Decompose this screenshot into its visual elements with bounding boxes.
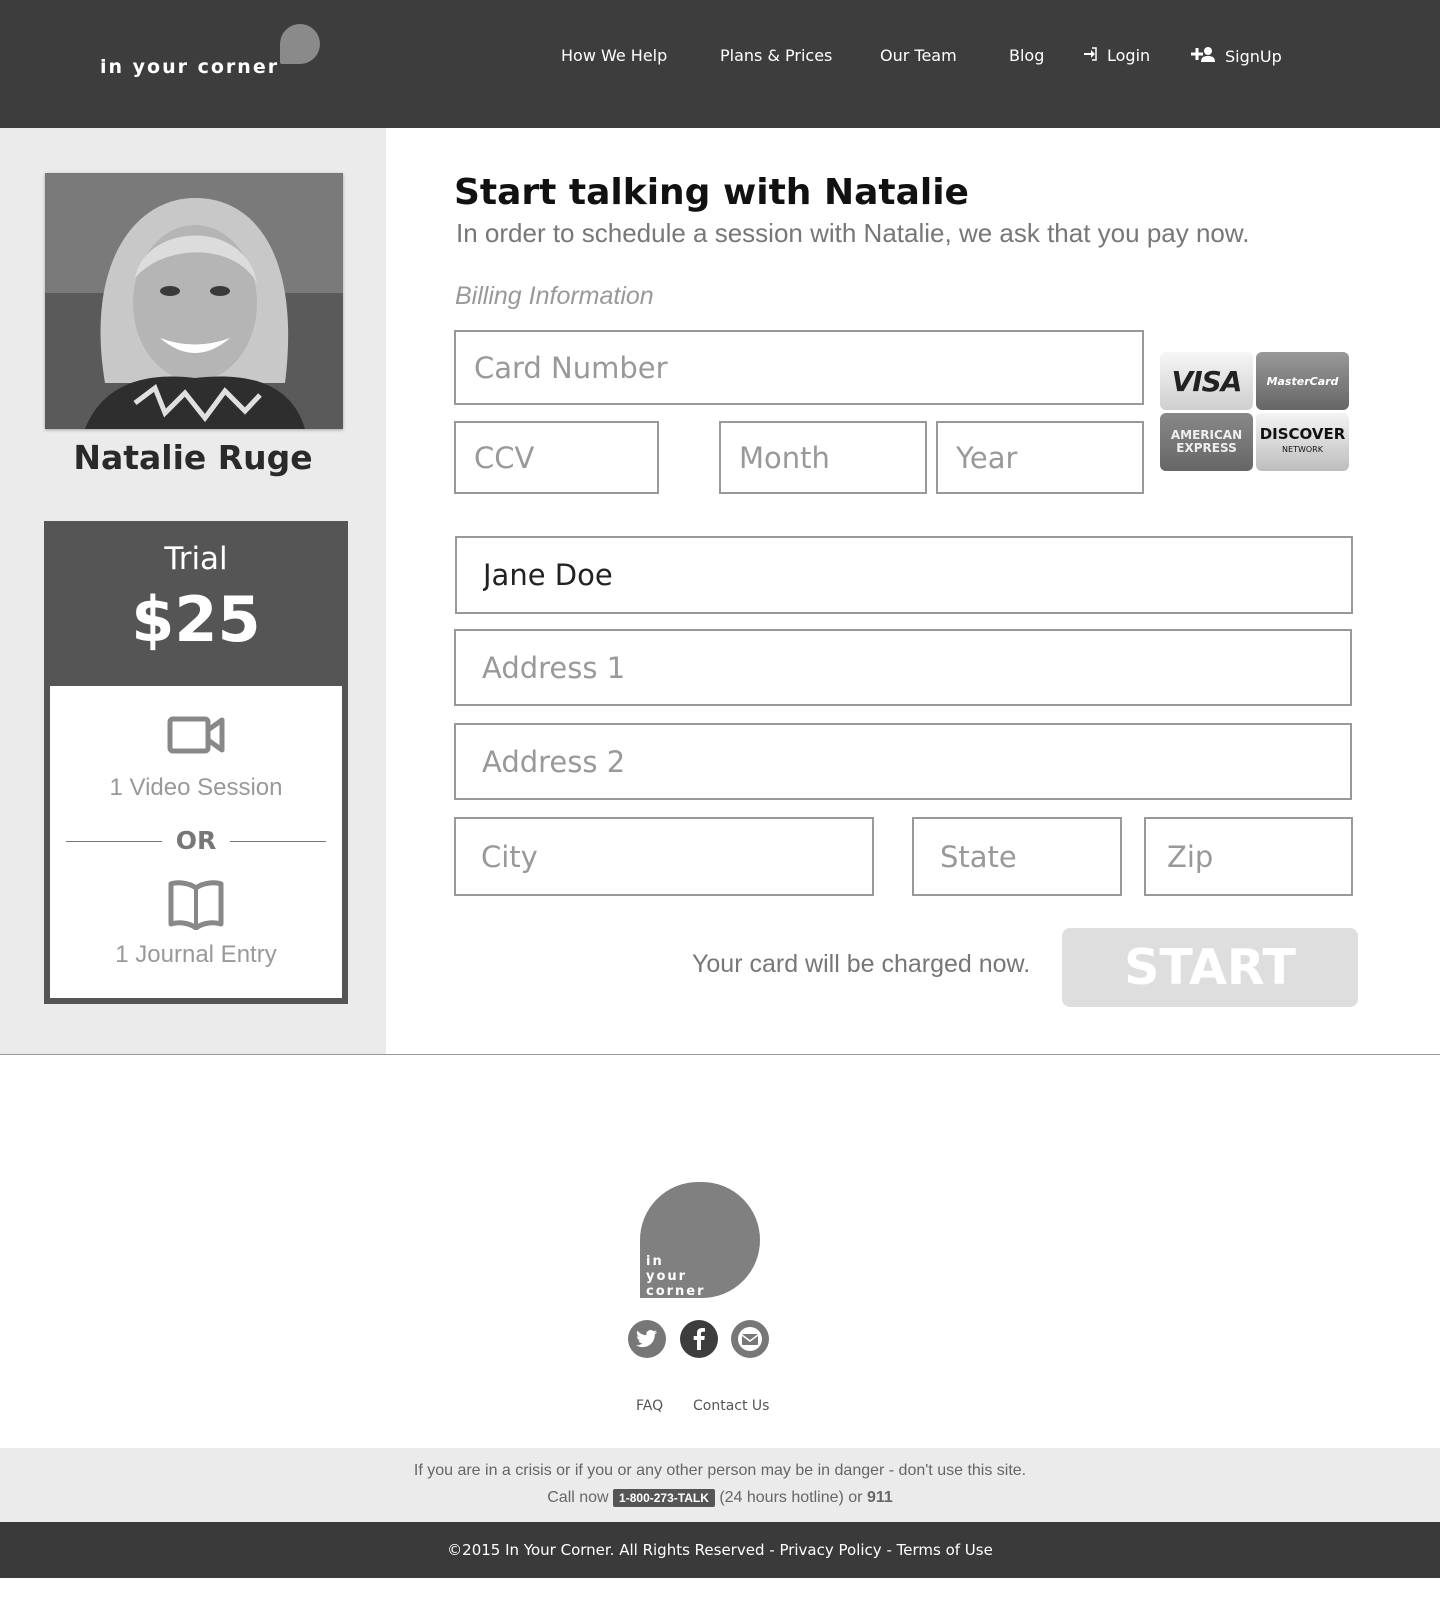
footer-logo-line3: corner [646,1284,706,1299]
crisis-call-line: Call now 1-800-273-TALK (24 hours hotlin… [0,1489,1440,1507]
main-nav: How We Help Plans & Prices Our Team Blog… [0,46,1440,70]
year-field[interactable] [936,421,1144,494]
plan-feature-journal: 1 Journal Entry [115,941,277,968]
amex-line1: AMERICAN [1170,428,1243,442]
mastercard-label: MasterCard [1266,374,1339,388]
nav-login-label: Login [1107,46,1151,65]
state-field[interactable] [912,817,1122,896]
address1-field[interactable] [454,629,1352,706]
therapist-name: Natalie Ruge [73,438,313,477]
hotline-badge[interactable]: 1-800-273-TALK [613,1489,715,1507]
address2-field[interactable] [454,723,1352,800]
charge-notice: Your card will be charged now. [692,950,1031,978]
billing-section-label: Billing Information [455,282,654,310]
mail-icon[interactable] [731,1320,769,1358]
nav-how-we-help[interactable]: How We Help [561,46,667,65]
month-input[interactable] [739,423,925,492]
city-field[interactable] [454,817,874,896]
accepted-cards: VISA MasterCard AMERICAN EXPRESS DISCOVER… [1160,352,1350,472]
discover-label: DISCOVER [1259,425,1346,443]
zip-field[interactable] [1144,817,1353,896]
crisis-call-now: Call now [547,1489,609,1506]
facebook-icon[interactable] [680,1320,718,1358]
site-header: in your corner How We Help Plans & Price… [0,0,1440,128]
start-button[interactable]: START [1062,928,1358,1007]
crisis-banner: If you are in a crisis or if you or any … [0,1448,1440,1522]
month-field[interactable] [719,421,927,494]
book-icon [50,880,342,935]
footer-contact-link[interactable]: Contact Us [693,1398,769,1414]
plan-feature-video: 1 Video Session [109,774,283,801]
address2-input[interactable] [482,725,1350,798]
city-input[interactable] [481,819,872,894]
plan-card: Trial $25 1 Video Session OR 1 Journal E… [44,521,348,1004]
nav-our-team[interactable]: Our Team [880,46,957,65]
user-plus-icon [1191,46,1215,66]
footer-logo-text: in your corner [646,1254,706,1299]
amex-line2: EXPRESS [1176,441,1237,455]
nav-plans-prices[interactable]: Plans & Prices [720,46,832,65]
therapist-sidebar: Natalie Ruge Trial $25 1 Video Session O… [0,128,386,1054]
discover-sub-label: NETWORK [1282,445,1323,454]
footer-logo-line2: your [646,1269,688,1284]
nav-blog[interactable]: Blog [1009,46,1044,65]
separator-2: - [881,1541,897,1559]
nav-signup[interactable]: SignUp [1191,46,1282,66]
copyright-bar: ©2015 In Your Corner. All Rights Reserve… [0,1522,1440,1578]
nav-signup-label: SignUp [1225,47,1282,66]
ccv-field[interactable] [454,421,659,494]
video-camera-icon [50,714,342,761]
separator-1: - [764,1541,780,1559]
page-title: Start talking with Natalie [454,172,969,213]
mastercard-logo-icon: MasterCard [1256,352,1349,410]
zip-input[interactable] [1167,819,1351,894]
terms-of-use-link[interactable]: Terms of Use [897,1541,993,1559]
plan-price: $25 [131,583,261,656]
discover-logo-icon: DISCOVER NETWORK [1256,413,1349,471]
name-input[interactable] [483,538,1351,612]
page-subtitle: In order to schedule a session with Nata… [456,218,1250,248]
card-number-input[interactable] [474,332,1142,403]
or-divider: OR [66,826,326,856]
state-input[interactable] [940,819,1120,894]
plan-body: 1 Video Session OR 1 Journal Entry [50,686,342,998]
plan-header: Trial $25 [44,521,348,686]
crisis-emergency-number: 911 [866,1489,893,1506]
content-divider [0,1054,1440,1055]
sign-in-icon [1083,47,1097,65]
copyright-text: ©2015 In Your Corner. All Rights Reserve… [447,1541,765,1559]
address1-input[interactable] [482,631,1350,704]
card-number-field[interactable] [454,330,1144,405]
amex-logo-icon: AMERICAN EXPRESS [1160,413,1253,471]
nav-login[interactable]: Login [1083,46,1150,65]
footer-logo-line1: in [646,1254,664,1269]
therapist-photo [45,173,343,429]
or-line-right [230,841,326,842]
twitter-icon[interactable] [628,1320,666,1358]
footer-logo[interactable]: in your corner [640,1182,760,1299]
amex-label: AMERICAN EXPRESS [1171,429,1242,455]
plan-name: Trial [164,541,228,577]
visa-logo-icon: VISA [1160,352,1253,410]
ccv-input[interactable] [474,423,657,492]
privacy-policy-link[interactable]: Privacy Policy [779,1541,881,1559]
year-input[interactable] [956,423,1142,492]
crisis-warning: If you are in a crisis or if you or any … [413,1462,1027,1479]
name-field[interactable] [455,536,1353,614]
crisis-hours: (24 hours hotline) or [719,1489,863,1506]
footer-faq-link[interactable]: FAQ [636,1398,663,1414]
